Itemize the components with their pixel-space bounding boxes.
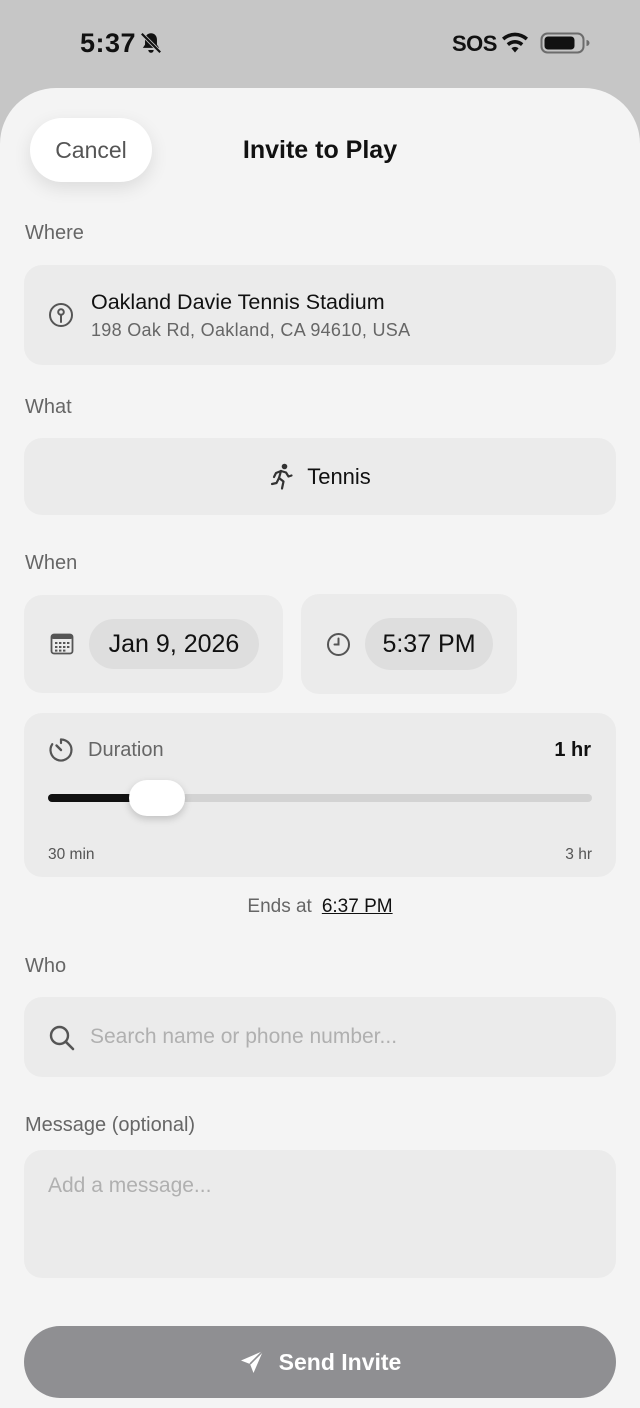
who-search-card [24, 997, 616, 1077]
sport-name: Tennis [307, 463, 371, 489]
duration-value: 1 hr [554, 739, 591, 761]
calendar-icon [50, 633, 74, 655]
carrier-status: SOS [452, 31, 497, 56]
duration-max-label: 3 hr [565, 846, 592, 863]
time-card: 5:37 PM [301, 594, 517, 694]
ends-at-time[interactable]: 6:37 PM [322, 896, 393, 917]
message-label: Message (optional) [25, 1114, 196, 1136]
date-card: Jan 9, 2026 [24, 595, 283, 693]
duration-label: Duration [88, 739, 164, 761]
search-icon [49, 1025, 75, 1051]
location-pin-icon [49, 303, 73, 327]
what-label: What [25, 396, 72, 418]
message-input[interactable] [48, 1174, 593, 1264]
search-input[interactable] [90, 997, 600, 1077]
date-picker-button[interactable]: Jan 9, 2026 [89, 619, 259, 669]
clock-icon [327, 633, 350, 656]
when-label: When [25, 552, 78, 574]
ends-at-label: Ends at [247, 896, 312, 917]
who-label: Who [25, 955, 67, 977]
duration-card: Duration 1 hr 30 min 3 hr [24, 713, 616, 877]
slider-thumb[interactable] [128, 780, 185, 816]
venue-address: 198 Oak Rd, Oakland, CA 94610, USA [91, 320, 411, 340]
venue-name: Oakland Davie Tennis Stadium [91, 290, 385, 314]
message-card [24, 1150, 616, 1278]
page-title: Invite to Play [242, 136, 398, 164]
duration-slider[interactable] [48, 780, 592, 816]
send-invite-label: Send Invite [278, 1348, 402, 1375]
sport-selector: Tennis [24, 438, 616, 515]
ends-at-row: Ends at 6:37 PM [0, 896, 640, 918]
location-card[interactable]: Oakland Davie Tennis Stadium 198 Oak Rd,… [24, 265, 616, 365]
bell-slash-icon [140, 32, 162, 54]
timer-icon [49, 738, 73, 762]
status-bar: 5:37 SOS [0, 0, 640, 88]
duration-min-label: 30 min [48, 846, 95, 863]
invite-sheet: Cancel Invite to Play Where Oakland Davi… [0, 88, 640, 1408]
time-picker-button[interactable]: 5:37 PM [365, 618, 493, 670]
status-time: 5:37 [80, 28, 137, 58]
send-invite-button[interactable]: Send Invite [24, 1326, 616, 1398]
running-person-icon [271, 463, 293, 490]
paper-plane-icon [240, 1350, 264, 1373]
where-label: Where [25, 222, 84, 244]
wifi-icon [502, 32, 528, 53]
sport-card[interactable]: Tennis [24, 438, 616, 515]
battery-icon [540, 32, 590, 54]
